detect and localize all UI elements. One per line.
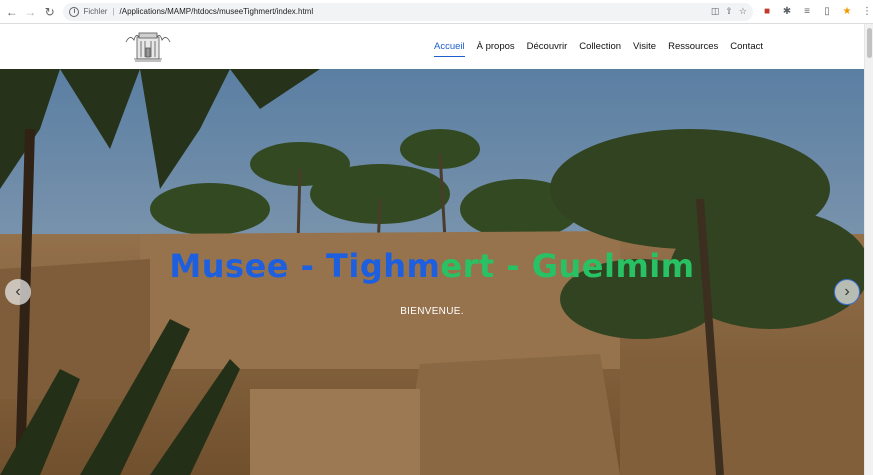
reload-icon[interactable]: ↻ bbox=[42, 4, 57, 20]
hero-title-part-blue: Musee - Tighm bbox=[169, 247, 441, 285]
hero-title: Musee - Tighmert - Guelmim bbox=[0, 247, 864, 285]
extensions-puzzle-icon[interactable]: ✱ bbox=[781, 6, 793, 17]
nav-link-a-propos[interactable]: À propos bbox=[477, 39, 515, 54]
side-panel-icon[interactable]: ▯ bbox=[821, 6, 833, 17]
translate-icon[interactable]: ◫ bbox=[711, 6, 720, 17]
forward-icon[interactable]: → bbox=[22, 4, 37, 20]
site-header: Accueil À propos Découvrir Collection Vi… bbox=[0, 24, 864, 69]
shield-extension-icon[interactable]: ■ bbox=[761, 6, 773, 17]
scheme-label: Fichler bbox=[83, 7, 108, 16]
nav-link-accueil[interactable]: Accueil bbox=[433, 39, 465, 57]
url-text[interactable]: /Applications/MAMP/htdocs/museeTighmert/… bbox=[120, 7, 314, 16]
profile-star-icon[interactable]: ★ bbox=[841, 6, 853, 17]
carousel-prev-button[interactable]: ‹ bbox=[5, 279, 31, 305]
nav-link-ressources[interactable]: Ressources bbox=[668, 39, 718, 54]
info-icon[interactable]: i bbox=[69, 6, 80, 17]
page-scrollbar[interactable] bbox=[864, 24, 873, 475]
menu-kebab-icon[interactable]: ⋮ bbox=[861, 6, 873, 17]
carousel-next-button[interactable]: › bbox=[834, 279, 860, 305]
hero-carousel: Musee - Tighmert - Guelmim BIENVENUE. ‹ … bbox=[0, 69, 864, 475]
reading-list-icon[interactable]: ≡ bbox=[801, 6, 813, 17]
address-separator: | bbox=[112, 7, 115, 16]
scrollbar-thumb[interactable] bbox=[867, 28, 872, 58]
nav-link-contact[interactable]: Contact bbox=[730, 39, 763, 54]
back-icon[interactable]: ← bbox=[4, 4, 19, 20]
nav-link-decouvrir[interactable]: Découvrir bbox=[527, 39, 568, 54]
hero-title-part-green: ert - Guelmim bbox=[440, 247, 695, 285]
hero-subtitle: BIENVENUE. bbox=[400, 306, 464, 317]
nav-link-visite[interactable]: Visite bbox=[633, 39, 656, 54]
bookmark-star-icon[interactable]: ☆ bbox=[739, 6, 747, 17]
address-bar[interactable]: i Fichler | /Applications/MAMP/htdocs/mu… bbox=[63, 2, 753, 21]
browser-toolbar: ← → ↻ i Fichler | /Applications/MAMP/htd… bbox=[0, 0, 873, 24]
share-icon[interactable]: ⇧ bbox=[725, 6, 733, 17]
chevron-left-icon: ‹ bbox=[15, 283, 21, 300]
chevron-right-icon: › bbox=[844, 283, 850, 300]
museum-logo[interactable] bbox=[124, 28, 172, 64]
main-nav: Accueil À propos Découvrir Collection Vi… bbox=[433, 24, 763, 69]
nav-link-collection[interactable]: Collection bbox=[579, 39, 621, 54]
